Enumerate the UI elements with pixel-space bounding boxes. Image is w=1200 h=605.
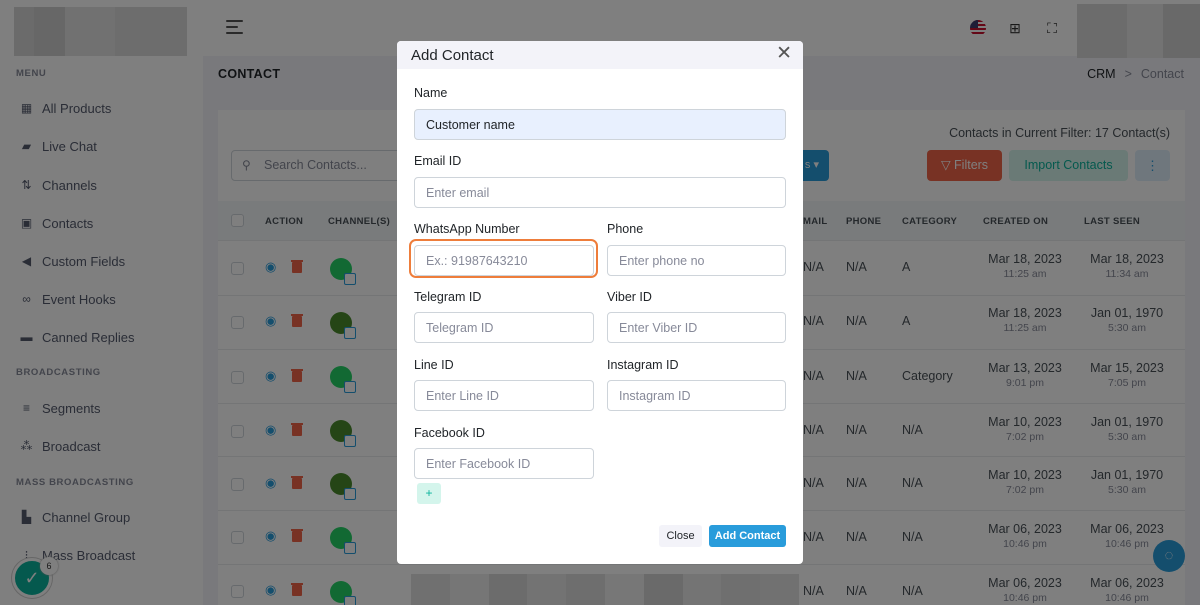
- close-icon[interactable]: ✕: [776, 44, 792, 64]
- facebook-field[interactable]: [414, 448, 594, 479]
- viber-label: Viber ID: [607, 290, 652, 304]
- instagram-field[interactable]: [607, 380, 786, 411]
- name-field[interactable]: [414, 109, 786, 140]
- telegram-label: Telegram ID: [414, 290, 482, 304]
- modal-title: Add Contact: [411, 47, 494, 64]
- whatsapp-label: WhatsApp Number: [414, 222, 520, 236]
- line-label: Line ID: [414, 358, 454, 372]
- facebook-label: Facebook ID: [414, 426, 485, 440]
- line-field[interactable]: [414, 380, 594, 411]
- phone-label: Phone: [607, 222, 644, 236]
- email-field[interactable]: [414, 177, 786, 208]
- name-label: Name: [414, 86, 448, 100]
- email-label: Email ID: [414, 154, 462, 168]
- focus-highlight: [409, 239, 598, 278]
- add-field-button[interactable]: +: [417, 483, 441, 504]
- add-contact-button[interactable]: Add Contact: [709, 525, 786, 547]
- instagram-label: Instagram ID: [607, 358, 679, 372]
- viber-field[interactable]: [607, 312, 786, 343]
- phone-field[interactable]: [607, 245, 786, 276]
- close-button[interactable]: Close: [659, 525, 702, 547]
- telegram-field[interactable]: [414, 312, 594, 343]
